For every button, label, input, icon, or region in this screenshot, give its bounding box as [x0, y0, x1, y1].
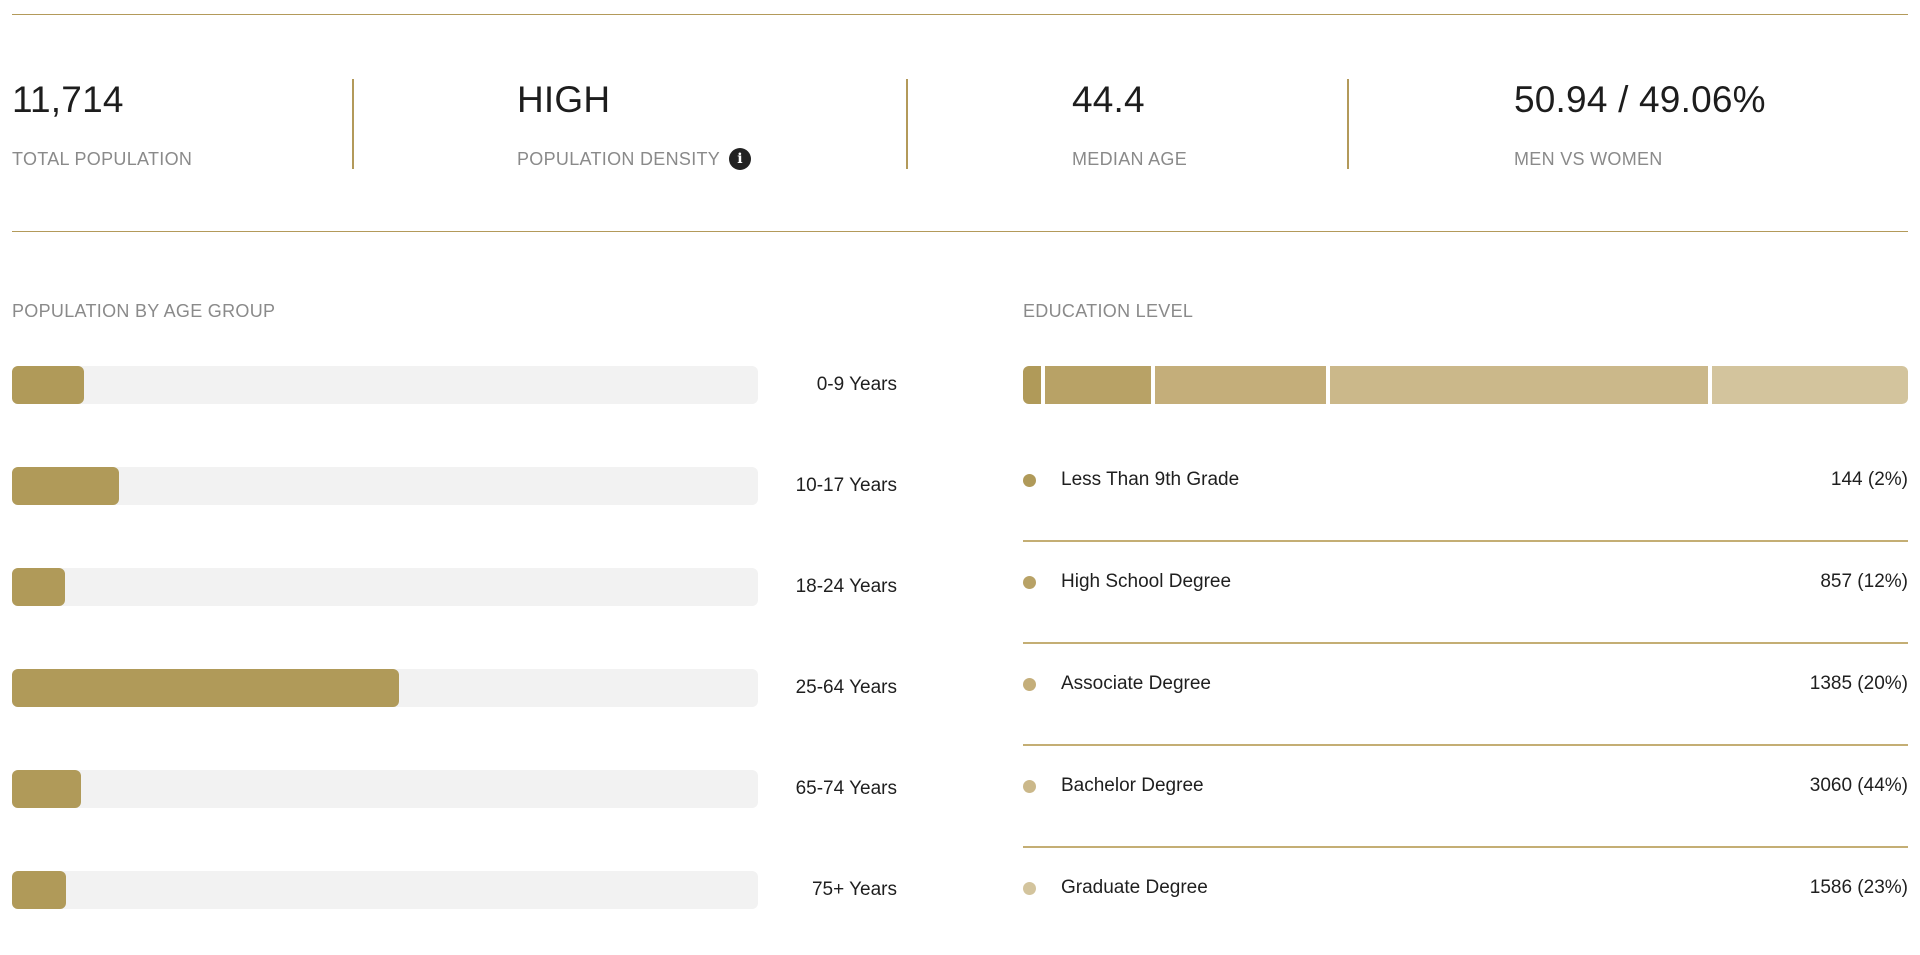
- education-label: High School Degree: [1061, 571, 1232, 592]
- age-group-label: 65-74 Years: [795, 778, 897, 799]
- stat-men-vs-women: 50.94 / 49.06% MEN VS WOMEN: [1514, 76, 1766, 170]
- age-group-label: 75+ Years: [811, 879, 897, 900]
- age-group-row: 18-24 Years: [12, 568, 897, 606]
- age-group-row: 0-9 Years: [12, 366, 897, 404]
- education-label: Associate Degree: [1061, 673, 1211, 694]
- education-value: 144 (2%): [1830, 469, 1908, 490]
- education-list-item: Bachelor Degree 3060 (44%): [1023, 746, 1908, 848]
- age-bar-track: [12, 669, 758, 707]
- education-value: 857 (12%): [1820, 571, 1908, 592]
- age-bar-fill: [12, 871, 66, 909]
- education-list-item: Associate Degree 1385 (20%): [1023, 644, 1908, 746]
- stat-median-age: 44.4 MEDIAN AGE: [1072, 76, 1187, 170]
- stat-label: MEDIAN AGE: [1072, 149, 1188, 169]
- stat-value: 44.4: [1072, 79, 1145, 120]
- stat-population-density: HIGH POPULATION DENSITY i: [517, 76, 752, 170]
- stat-total-population: 11,714 TOTAL POPULATION: [12, 76, 192, 170]
- education-stacked-bar: [1023, 366, 1908, 404]
- education-label: Bachelor Degree: [1061, 775, 1204, 796]
- stat-divider: [352, 79, 354, 169]
- legend-dot-icon: [1023, 473, 1036, 487]
- age-bar-track: [12, 770, 758, 808]
- education-bar-segment: [1023, 366, 1045, 404]
- age-bar-fill: [12, 467, 119, 505]
- stat-label: TOTAL POPULATION: [12, 149, 193, 169]
- section-divider: [12, 231, 1908, 232]
- education-bar-segment: [1712, 366, 1908, 404]
- age-group-label: 0-9 Years: [816, 374, 897, 395]
- education-bar-segment: [1329, 366, 1712, 404]
- age-group-label: 18-24 Years: [795, 576, 897, 597]
- age-bar-fill: [12, 770, 81, 808]
- education-list-item: Less Than 9th Grade 144 (2%): [1023, 440, 1908, 542]
- age-group-row: 25-64 Years: [12, 669, 897, 707]
- age-group-row: 65-74 Years: [12, 770, 897, 808]
- education-bar-segment: [1154, 366, 1330, 404]
- stat-divider: [1347, 79, 1349, 169]
- age-group-title: POPULATION BY AGE GROUP: [12, 301, 276, 321]
- stat-value: 11,714: [12, 79, 124, 120]
- stat-value: 50.94 / 49.06%: [1514, 79, 1766, 120]
- legend-dot-icon: [1023, 779, 1036, 793]
- info-icon[interactable]: i: [729, 148, 752, 170]
- education-bar-segment: [1044, 366, 1155, 404]
- education-value: 1385 (20%): [1809, 673, 1908, 694]
- stat-value: HIGH: [517, 79, 611, 120]
- age-bar-track: [12, 871, 758, 909]
- education-value: 1586 (23%): [1809, 877, 1908, 898]
- age-bar-fill: [12, 568, 65, 606]
- stat-divider: [906, 79, 908, 169]
- stat-label: MEN VS WOMEN: [1514, 149, 1663, 169]
- legend-dot-icon: [1023, 677, 1036, 691]
- education-title: EDUCATION LEVEL: [1023, 301, 1194, 321]
- age-group-label: 10-17 Years: [795, 475, 897, 496]
- age-bar-fill: [12, 366, 84, 404]
- age-group-row: 10-17 Years: [12, 467, 897, 505]
- top-divider: [12, 14, 1908, 15]
- stat-label: POPULATION DENSITY: [517, 149, 721, 169]
- age-group-label: 25-64 Years: [795, 677, 897, 698]
- age-bar-fill: [12, 669, 399, 707]
- age-bar-track: [12, 568, 758, 606]
- age-group-row: 75+ Years: [12, 871, 897, 909]
- age-bar-track: [12, 467, 758, 505]
- demographics-panel: 11,714 TOTAL POPULATION HIGH POPULATION …: [0, 0, 1920, 955]
- education-list-item: Graduate Degree 1586 (23%): [1023, 848, 1908, 950]
- legend-dot-icon: [1023, 881, 1036, 895]
- age-bar-track: [12, 366, 758, 404]
- education-value: 3060 (44%): [1809, 775, 1908, 796]
- education-label: Less Than 9th Grade: [1061, 469, 1240, 490]
- legend-dot-icon: [1023, 575, 1036, 589]
- education-list-item: High School Degree 857 (12%): [1023, 542, 1908, 644]
- education-label: Graduate Degree: [1061, 877, 1208, 898]
